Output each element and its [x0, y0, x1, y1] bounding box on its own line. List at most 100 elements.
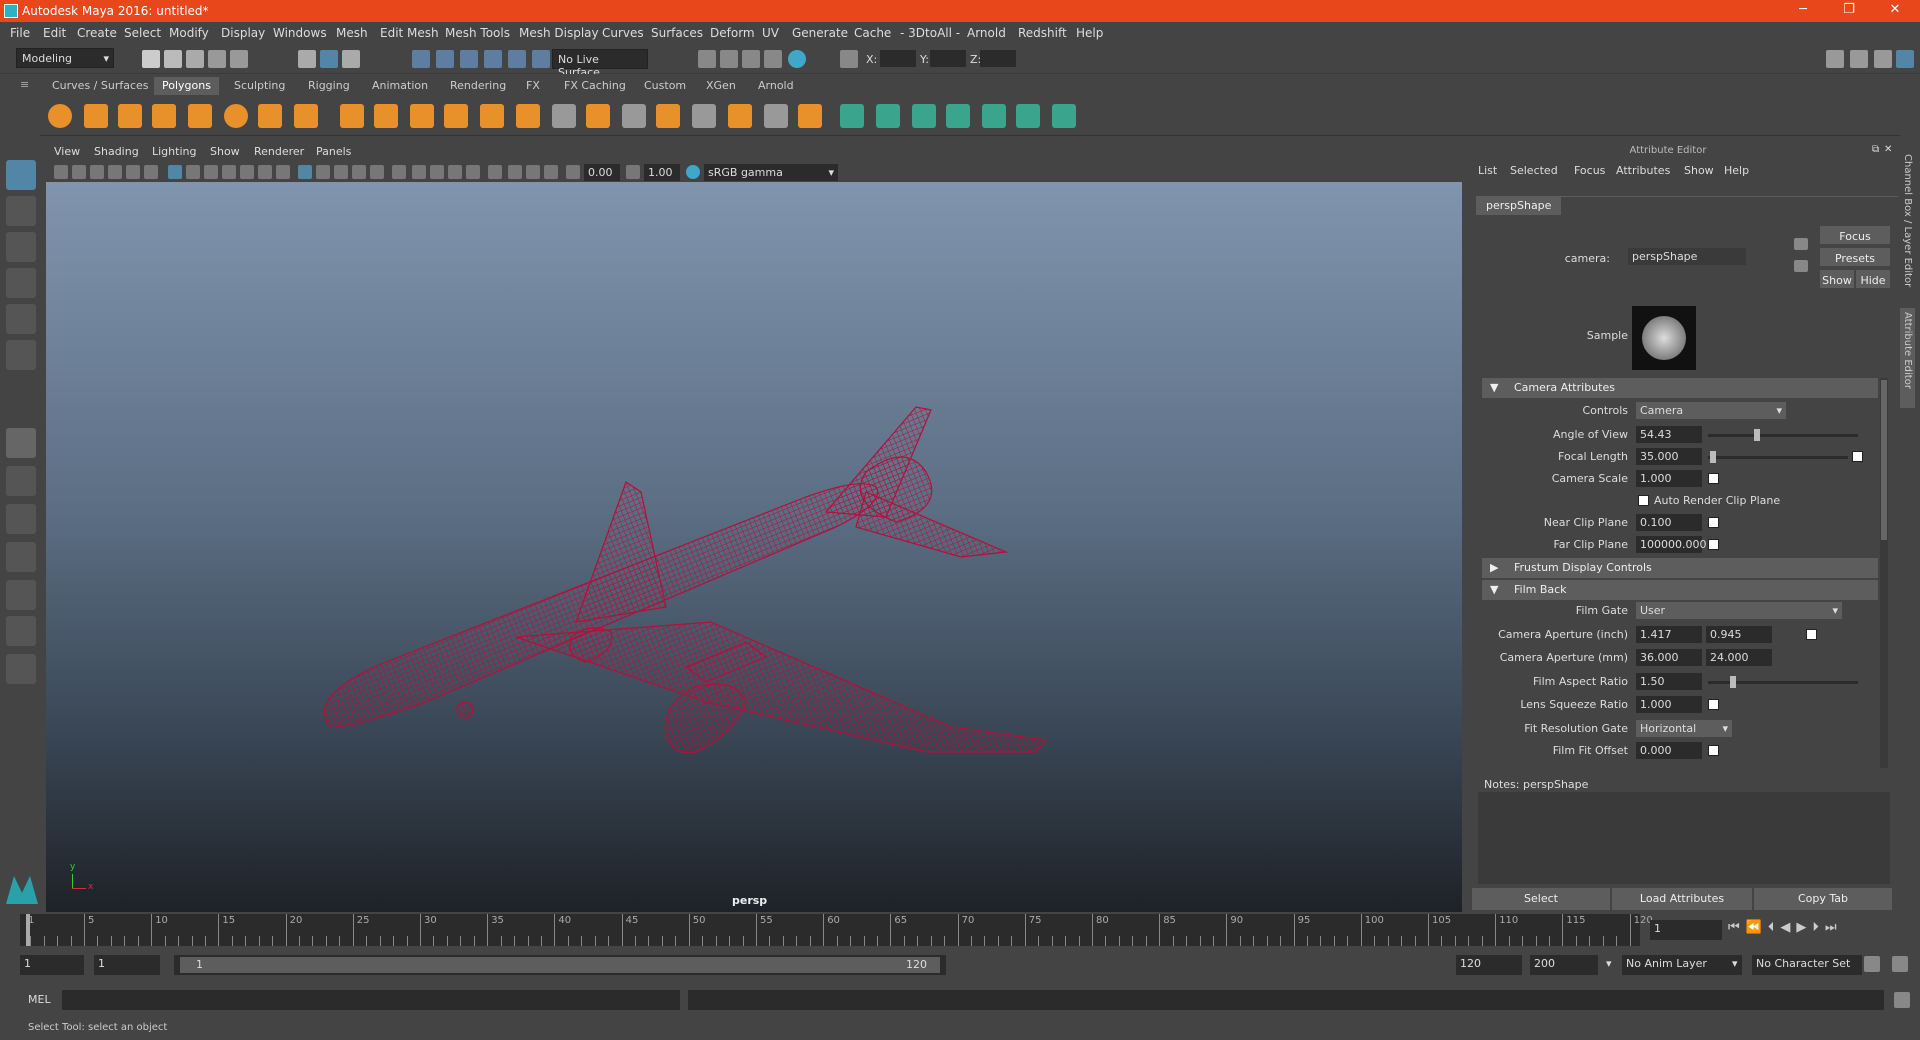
anim-layer-dropdown[interactable]: No Anim Layer [1622, 955, 1742, 975]
shelf-tab-arnold[interactable]: Arnold [750, 77, 802, 95]
y-field[interactable] [930, 50, 966, 67]
menu-edit-mesh[interactable]: Edit Mesh [380, 26, 439, 40]
lasso-tool-icon[interactable] [6, 196, 36, 226]
color-space-dropdown[interactable]: sRGB gamma ▾ [704, 164, 838, 181]
map-button-icon[interactable] [1708, 539, 1719, 550]
hide-button[interactable]: Hide [1856, 270, 1890, 288]
cylindrical-uv-icon[interactable] [876, 104, 900, 128]
vp-menu-renderer[interactable]: Renderer [254, 145, 304, 158]
hypershade-icon[interactable] [788, 50, 806, 68]
close-button[interactable]: ✕ [1880, 2, 1910, 20]
go-to-output-icon[interactable] [1794, 260, 1808, 272]
shadows-icon[interactable] [392, 165, 406, 179]
isolate-select-icon[interactable] [488, 165, 502, 179]
menu-curves[interactable]: Curves [602, 26, 644, 40]
bridge-icon[interactable] [552, 104, 576, 128]
focal-length-slider[interactable] [1708, 456, 1848, 459]
gate-mask-icon[interactable] [222, 165, 236, 179]
smooth-shade-icon[interactable] [316, 165, 330, 179]
menu-deform[interactable]: Deform [710, 26, 755, 40]
mirror-icon[interactable] [480, 104, 504, 128]
menuset-dropdown[interactable]: Modeling ▾ [16, 48, 114, 68]
ae-menu-attributes[interactable]: Attributes [1616, 164, 1670, 177]
paint-select-tool-icon[interactable] [6, 232, 36, 262]
shelf-tab-polygons[interactable]: Polygons [154, 77, 219, 95]
poly-cylinder-icon[interactable] [118, 104, 142, 128]
persp-hypershade-layout-icon[interactable] [6, 580, 36, 610]
auto-key-icon[interactable] [1864, 956, 1880, 972]
camera-scale-field[interactable]: 1.000 [1636, 470, 1702, 487]
z-field[interactable] [980, 50, 1016, 67]
angle-of-view-handle[interactable] [1754, 429, 1760, 441]
channel-box-icon[interactable] [1896, 50, 1914, 68]
safe-action-icon[interactable] [258, 165, 272, 179]
safe-title-icon[interactable] [276, 165, 290, 179]
focal-length-field[interactable]: 35.000 [1636, 448, 1702, 465]
wireframe-icon[interactable] [298, 165, 312, 179]
ae-scrollbar-thumb[interactable] [1881, 380, 1887, 540]
shelf-tab-custom[interactable]: Custom [636, 77, 694, 95]
presets-button[interactable]: Presets [1820, 248, 1890, 266]
depth-of-field-icon[interactable] [466, 165, 480, 179]
ipr-render-icon[interactable] [742, 50, 760, 68]
rotate-tool-icon[interactable] [6, 304, 36, 334]
film-aspect-field[interactable]: 1.50 [1636, 673, 1702, 690]
menu-arnold[interactable]: Arnold [967, 26, 1006, 40]
chevron-down-icon[interactable]: ▾ [1606, 957, 1612, 970]
camera-attributes-icon[interactable] [72, 165, 86, 179]
target-weld-icon[interactable] [692, 104, 716, 128]
section-frustum-display[interactable]: ▶ Frustum Display Controls [1482, 558, 1878, 578]
menu-modify[interactable]: Modify [169, 26, 209, 40]
shelf-tab-xgen[interactable]: XGen [698, 77, 744, 95]
range-slider[interactable]: 1 120 [174, 955, 946, 975]
poly-plane-icon[interactable] [188, 104, 212, 128]
open-scene-icon[interactable] [164, 50, 182, 68]
ae-menu-list[interactable]: List [1478, 164, 1497, 177]
playback-end-field[interactable]: 120 [1456, 955, 1522, 975]
aperture-mm-x-field[interactable]: 36.000 [1636, 649, 1702, 666]
script-editor-icon[interactable] [1894, 992, 1910, 1008]
command-input[interactable] [62, 990, 680, 1010]
select-component-icon[interactable] [342, 50, 360, 68]
snap-grid-icon[interactable] [412, 50, 430, 68]
wireframe-on-shaded-icon[interactable] [334, 165, 348, 179]
menu-surfaces[interactable]: Surfaces [651, 26, 703, 40]
move-tool-icon[interactable] [6, 268, 36, 298]
channel-box-tab[interactable]: Channel Box / Layer Editor [1902, 154, 1913, 294]
uv-layout-icon[interactable] [1052, 104, 1076, 128]
automatic-uv-icon[interactable] [946, 104, 970, 128]
fill-hole-icon[interactable] [764, 104, 788, 128]
notes-textarea[interactable] [1478, 792, 1890, 884]
poly-torus-icon[interactable] [224, 104, 248, 128]
tab-perspshape[interactable]: perspShape [1476, 196, 1562, 215]
ae-menu-selected[interactable]: Selected [1510, 164, 1558, 177]
animation-start-field[interactable]: 1 [20, 955, 84, 975]
menu-cache[interactable]: Cache [854, 26, 891, 40]
playback-start-field[interactable]: 1 [94, 955, 160, 975]
redo-icon[interactable] [230, 50, 248, 68]
current-frame-field[interactable]: 1 [1650, 920, 1722, 940]
menu-3dtoall[interactable]: - 3DtoAll - [900, 26, 960, 40]
shelf-tab-fx[interactable]: FX [518, 77, 548, 95]
multi-cut-icon[interactable] [656, 104, 680, 128]
ae-scrollbar[interactable] [1880, 378, 1888, 768]
menu-help[interactable]: Help [1076, 26, 1103, 40]
auto-render-clip-checkbox[interactable] [1638, 495, 1649, 506]
maximize-button[interactable]: ❐ [1834, 2, 1864, 20]
xray-icon[interactable] [508, 165, 522, 179]
map-button-icon[interactable] [1806, 629, 1817, 640]
character-set-dropdown[interactable]: No Character Set [1752, 955, 1862, 975]
menu-generate[interactable]: Generate [792, 26, 848, 40]
go-to-input-icon[interactable] [1794, 238, 1808, 250]
step-back-frame-icon[interactable]: ⏴ [1768, 920, 1781, 935]
spherical-uv-icon[interactable] [912, 104, 936, 128]
snap-live-icon[interactable] [532, 50, 550, 68]
copy-tab-button[interactable]: Copy Tab [1754, 888, 1892, 910]
lens-squeeze-field[interactable]: 1.000 [1636, 696, 1702, 713]
color-management-icon[interactable] [686, 165, 700, 179]
time-slider[interactable]: 1 5 10 15 20 25 30 35 40 45 50 55 60 65 70 75 80 85 90 95 1… [20, 914, 1653, 946]
extrude-icon[interactable] [516, 104, 540, 128]
shelf-tab-sculpting[interactable]: Sculpting [226, 77, 293, 95]
map-button-icon[interactable] [1708, 699, 1719, 710]
float-panel-icon[interactable]: ⧉ [1872, 144, 1879, 155]
